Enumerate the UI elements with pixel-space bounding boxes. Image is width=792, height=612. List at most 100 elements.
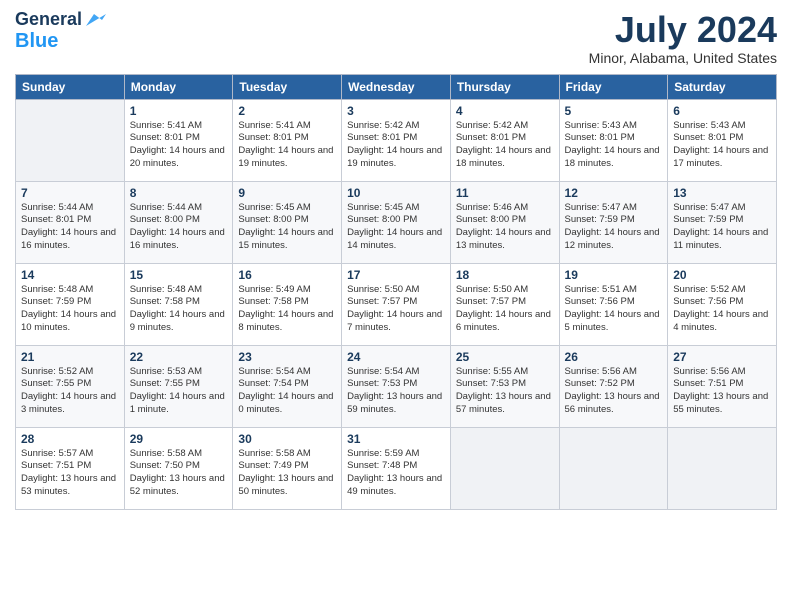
page: General Blue July 2024 Minor, Alabama, U… <box>0 0 792 612</box>
day-info: Sunrise: 5:58 AM Sunset: 7:49 PM Dayligh… <box>238 448 336 499</box>
calendar-cell <box>450 427 559 509</box>
day-number: 26 <box>565 350 663 364</box>
day-info: Sunrise: 5:56 AM Sunset: 7:51 PM Dayligh… <box>673 366 771 417</box>
logo-text-blue: Blue <box>15 30 58 52</box>
day-number: 27 <box>673 350 771 364</box>
day-info: Sunrise: 5:45 AM Sunset: 8:00 PM Dayligh… <box>347 202 445 253</box>
day-number: 6 <box>673 104 771 118</box>
day-number: 9 <box>238 186 336 200</box>
day-info: Sunrise: 5:48 AM Sunset: 7:59 PM Dayligh… <box>21 284 119 335</box>
calendar-cell: 7 Sunrise: 5:44 AM Sunset: 8:01 PM Daylig… <box>16 181 125 263</box>
calendar-cell: 12Sunrise: 5:47 AM Sunset: 7:59 PM Dayli… <box>559 181 668 263</box>
logo-icon <box>84 12 106 28</box>
calendar-cell: 23 Sunrise: 5:54 AM Sunset: 7:54 PM Dayli… <box>233 345 342 427</box>
day-info: Sunrise: 5:54 AM Sunset: 7:53 PM Dayligh… <box>347 366 445 417</box>
day-number: 1 <box>130 104 228 118</box>
day-number: 8 <box>130 186 228 200</box>
day-info: Sunrise: 5:55 AM Sunset: 7:53 PM Dayligh… <box>456 366 554 417</box>
day-info: Sunrise: 5:41 AM Sunset: 8:01 PM Dayligh… <box>238 120 336 171</box>
calendar-cell: 20 Sunrise: 5:52 AM Sunset: 7:56 PM Dayli… <box>668 263 777 345</box>
calendar-cell <box>559 427 668 509</box>
day-info: Sunrise: 5:43 AM Sunset: 8:01 PM Dayligh… <box>565 120 663 171</box>
day-info: Sunrise: 5:57 AM Sunset: 7:51 PM Dayligh… <box>21 448 119 499</box>
day-info: Sunrise: 5:48 AM Sunset: 7:58 PM Dayligh… <box>130 284 228 335</box>
calendar-cell: 11 Sunrise: 5:46 AM Sunset: 8:00 PM Dayli… <box>450 181 559 263</box>
day-number: 14 <box>21 268 119 282</box>
location: Minor, Alabama, United States <box>589 50 777 66</box>
day-number: 11 <box>456 186 554 200</box>
day-number: 7 <box>21 186 119 200</box>
day-number: 22 <box>130 350 228 364</box>
header-thursday: Thursday <box>450 74 559 99</box>
calendar-cell: 17 Sunrise: 5:50 AM Sunset: 7:57 PM Dayli… <box>342 263 451 345</box>
day-number: 20 <box>673 268 771 282</box>
calendar-cell: 8 Sunrise: 5:44 AM Sunset: 8:00 PM Daylig… <box>124 181 233 263</box>
calendar-cell: 5Sunrise: 5:43 AM Sunset: 8:01 PM Daylig… <box>559 99 668 181</box>
day-info: Sunrise: 5:59 AM Sunset: 7:48 PM Dayligh… <box>347 448 445 499</box>
day-number: 4 <box>456 104 554 118</box>
day-info: Sunrise: 5:46 AM Sunset: 8:00 PM Dayligh… <box>456 202 554 253</box>
week-row-5: 28 Sunrise: 5:57 AM Sunset: 7:51 PM Dayli… <box>16 427 777 509</box>
day-number: 31 <box>347 432 445 446</box>
calendar-cell: 15 Sunrise: 5:48 AM Sunset: 7:58 PM Dayli… <box>124 263 233 345</box>
day-info: Sunrise: 5:50 AM Sunset: 7:57 PM Dayligh… <box>456 284 554 335</box>
day-number: 30 <box>238 432 336 446</box>
calendar-cell: 1Sunrise: 5:41 AM Sunset: 8:01 PM Daylig… <box>124 99 233 181</box>
day-number: 3 <box>347 104 445 118</box>
calendar-cell <box>668 427 777 509</box>
calendar-cell: 6Sunrise: 5:43 AM Sunset: 8:01 PM Daylig… <box>668 99 777 181</box>
day-info: Sunrise: 5:56 AM Sunset: 7:52 PM Dayligh… <box>565 366 663 417</box>
day-number: 21 <box>21 350 119 364</box>
day-number: 18 <box>456 268 554 282</box>
day-info: Sunrise: 5:47 AM Sunset: 7:59 PM Dayligh… <box>673 202 771 253</box>
calendar-cell: 28 Sunrise: 5:57 AM Sunset: 7:51 PM Dayli… <box>16 427 125 509</box>
day-info: Sunrise: 5:47 AM Sunset: 7:59 PM Dayligh… <box>565 202 663 253</box>
calendar-cell: 9 Sunrise: 5:45 AM Sunset: 8:00 PM Daylig… <box>233 181 342 263</box>
day-info: Sunrise: 5:42 AM Sunset: 8:01 PM Dayligh… <box>347 120 445 171</box>
header-saturday: Saturday <box>668 74 777 99</box>
calendar-cell: 25Sunrise: 5:55 AM Sunset: 7:53 PM Dayli… <box>450 345 559 427</box>
day-number: 24 <box>347 350 445 364</box>
day-number: 17 <box>347 268 445 282</box>
day-number: 15 <box>130 268 228 282</box>
day-info: Sunrise: 5:44 AM Sunset: 8:00 PM Dayligh… <box>130 202 228 253</box>
day-info: Sunrise: 5:53 AM Sunset: 7:55 PM Dayligh… <box>130 366 228 417</box>
header-friday: Friday <box>559 74 668 99</box>
day-number: 29 <box>130 432 228 446</box>
header-wednesday: Wednesday <box>342 74 451 99</box>
calendar-cell: 31 Sunrise: 5:59 AM Sunset: 7:48 PM Dayli… <box>342 427 451 509</box>
day-number: 23 <box>238 350 336 364</box>
calendar-cell: 2Sunrise: 5:41 AM Sunset: 8:01 PM Daylig… <box>233 99 342 181</box>
calendar-cell: 21 Sunrise: 5:52 AM Sunset: 7:55 PM Dayli… <box>16 345 125 427</box>
calendar-cell: 29Sunrise: 5:58 AM Sunset: 7:50 PM Dayli… <box>124 427 233 509</box>
calendar-cell <box>16 99 125 181</box>
day-number: 19 <box>565 268 663 282</box>
day-info: Sunrise: 5:51 AM Sunset: 7:56 PM Dayligh… <box>565 284 663 335</box>
calendar-cell: 18 Sunrise: 5:50 AM Sunset: 7:57 PM Dayli… <box>450 263 559 345</box>
day-info: Sunrise: 5:44 AM Sunset: 8:01 PM Dayligh… <box>21 202 119 253</box>
week-row-1: 1 Sunrise: 5:41 AM Sunset: 8:01 PM Daylig… <box>16 99 777 181</box>
header: General Blue July 2024 Minor, Alabama, U… <box>15 10 777 66</box>
day-info: Sunrise: 5:50 AM Sunset: 7:57 PM Dayligh… <box>347 284 445 335</box>
day-info: Sunrise: 5:45 AM Sunset: 8:00 PM Dayligh… <box>238 202 336 253</box>
calendar-cell: 22 Sunrise: 5:53 AM Sunset: 7:55 PM Dayli… <box>124 345 233 427</box>
day-info: Sunrise: 5:42 AM Sunset: 8:01 PM Dayligh… <box>456 120 554 171</box>
day-info: Sunrise: 5:52 AM Sunset: 7:55 PM Dayligh… <box>21 366 119 417</box>
day-number: 28 <box>21 432 119 446</box>
day-info: Sunrise: 5:49 AM Sunset: 7:58 PM Dayligh… <box>238 284 336 335</box>
day-number: 10 <box>347 186 445 200</box>
day-info: Sunrise: 5:52 AM Sunset: 7:56 PM Dayligh… <box>673 284 771 335</box>
calendar-cell: 26 Sunrise: 5:56 AM Sunset: 7:52 PM Dayli… <box>559 345 668 427</box>
calendar-header-row: SundayMondayTuesdayWednesdayThursdayFrid… <box>16 74 777 99</box>
calendar-cell: 10 Sunrise: 5:45 AM Sunset: 8:00 PM Dayli… <box>342 181 451 263</box>
header-sunday: Sunday <box>16 74 125 99</box>
week-row-3: 14 Sunrise: 5:48 AM Sunset: 7:59 PM Dayli… <box>16 263 777 345</box>
calendar-cell: 4 Sunrise: 5:42 AM Sunset: 8:01 PM Daylig… <box>450 99 559 181</box>
day-info: Sunrise: 5:54 AM Sunset: 7:54 PM Dayligh… <box>238 366 336 417</box>
logo-text-general: General <box>15 10 82 30</box>
calendar-cell: 16 Sunrise: 5:49 AM Sunset: 7:58 PM Dayli… <box>233 263 342 345</box>
calendar-cell: 30 Sunrise: 5:58 AM Sunset: 7:49 PM Dayli… <box>233 427 342 509</box>
calendar-table: SundayMondayTuesdayWednesdayThursdayFrid… <box>15 74 777 510</box>
day-number: 16 <box>238 268 336 282</box>
calendar-cell: 3 Sunrise: 5:42 AM Sunset: 8:01 PM Daylig… <box>342 99 451 181</box>
